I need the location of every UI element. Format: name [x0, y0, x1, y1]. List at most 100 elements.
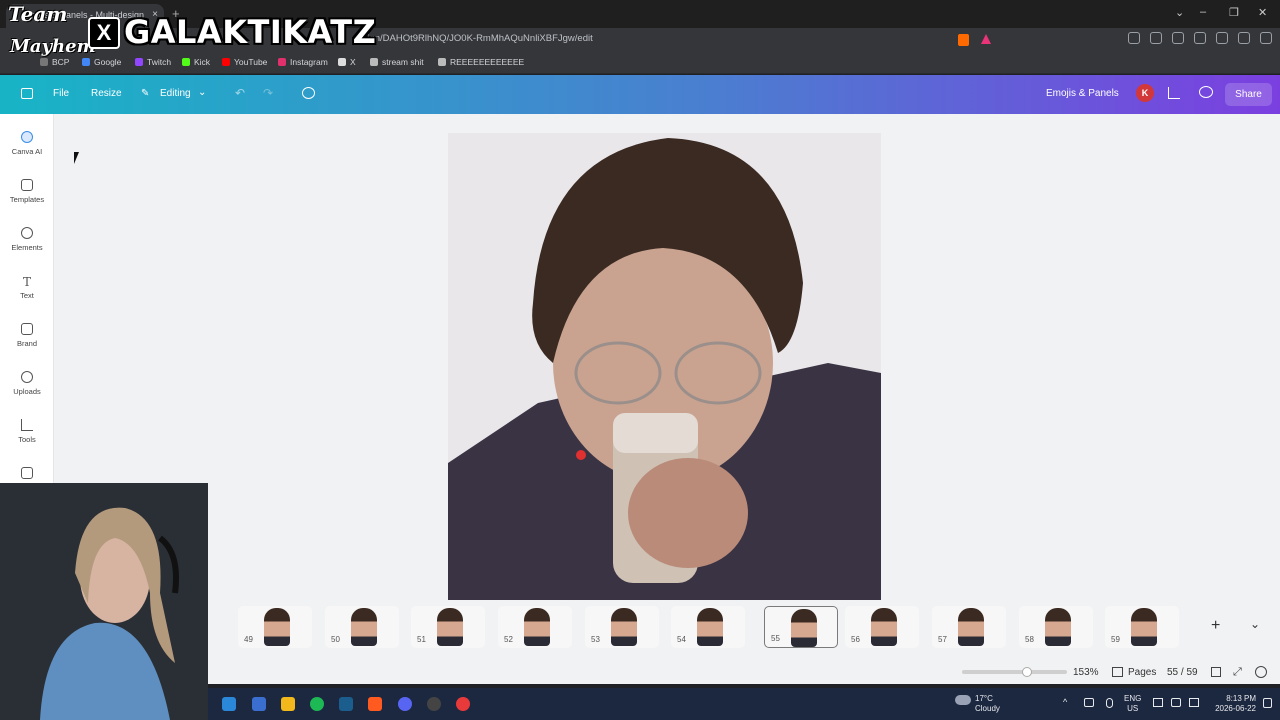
avatar[interactable]: K	[1136, 84, 1154, 102]
sidebar-item-templates[interactable]: Templates	[0, 179, 54, 204]
bookmark-bcp[interactable]: BCP	[40, 57, 69, 67]
discord-icon[interactable]	[398, 697, 412, 711]
templates-icon	[21, 179, 33, 191]
leo-icon[interactable]	[1238, 32, 1250, 44]
maximize-icon[interactable]: ❐	[1229, 6, 1239, 19]
emoji-photo	[448, 133, 881, 600]
sidebar-item-uploads[interactable]: Uploads	[0, 371, 54, 396]
cloud-saved-icon[interactable]	[302, 87, 315, 99]
notifications-icon[interactable]	[1263, 698, 1272, 708]
sidebar-icon[interactable]	[1172, 32, 1184, 44]
calculator-icon[interactable]	[252, 697, 266, 711]
close-window-icon[interactable]: ✕	[1258, 6, 1267, 19]
weather-cloud-icon	[955, 695, 971, 705]
vpn-icon[interactable]	[1216, 32, 1228, 44]
extension-icons	[1128, 32, 1272, 44]
bookmark-youtube[interactable]: YouTube	[222, 57, 267, 67]
menu-icon[interactable]	[1260, 32, 1272, 44]
thumbnail-image	[611, 608, 637, 646]
volume-icon[interactable]	[1171, 698, 1181, 707]
text-icon: T	[22, 275, 31, 289]
tray-app-icon[interactable]	[1084, 698, 1094, 707]
brave-icon[interactable]	[368, 697, 382, 711]
page-thumbnail[interactable]: 57	[932, 606, 1006, 648]
wallet-icon[interactable]	[1194, 32, 1206, 44]
comments-icon[interactable]	[1199, 86, 1213, 98]
battery-icon[interactable]	[1189, 698, 1199, 707]
spotify-icon[interactable]	[310, 697, 324, 711]
bookmark-x[interactable]: X	[338, 57, 356, 67]
opera-icon[interactable]	[456, 697, 470, 711]
fullscreen-icon[interactable]: ⤢	[1233, 666, 1242, 679]
pages-toggle-button[interactable]: Pages	[1128, 667, 1156, 678]
undo-icon[interactable]: ↶	[235, 86, 245, 100]
system-clock[interactable]: 8:13 PM 2026-06-22	[1208, 694, 1256, 714]
sidebar-item-brand[interactable]: Brand	[0, 323, 54, 348]
collapse-thumbnails-icon[interactable]: ⌄	[1250, 617, 1260, 631]
thumbnail-image	[791, 609, 817, 647]
page-thumbnail[interactable]: 53	[585, 606, 659, 648]
page-thumbnail[interactable]: 54	[671, 606, 745, 648]
resize-button[interactable]: Resize	[91, 88, 122, 99]
thumbnail-image	[1045, 608, 1071, 646]
file-menu-button[interactable]: File	[53, 88, 69, 99]
sidebar-item-elements[interactable]: Elements	[0, 227, 54, 252]
sidebar-item-canva-ai[interactable]: Canva AI	[0, 131, 54, 156]
sidebar-item-projects[interactable]	[0, 467, 54, 483]
editing-mode-button[interactable]: Editing	[160, 88, 191, 99]
x-logo-icon: X	[88, 17, 120, 49]
share-button[interactable]: Share	[1225, 83, 1272, 106]
page-thumbnail[interactable]: 58	[1019, 606, 1093, 648]
weather-widget[interactable]: 17°C Cloudy	[975, 694, 1000, 714]
tray-overflow-icon[interactable]: ^	[1063, 697, 1067, 707]
bookmark-twitch[interactable]: Twitch	[135, 57, 171, 67]
zoom-percent[interactable]: 153%	[1073, 667, 1099, 678]
extension-icon[interactable]	[1128, 32, 1140, 44]
bookmarks-bar: BCP Google Twitch Kick YouTube Instagram…	[0, 52, 1280, 74]
project-title[interactable]: Emojis & Panels	[1046, 88, 1119, 99]
bookmark-folder-stream-shit[interactable]: stream shit	[370, 57, 424, 67]
google-icon	[82, 58, 90, 66]
network-icon[interactable]	[1153, 698, 1163, 707]
minimize-icon[interactable]: –	[1200, 6, 1206, 18]
bookmark-instagram[interactable]: Instagram	[278, 57, 328, 67]
page-thumbnails-strip: 49 50 51 52 53 54 55 56 57 58 59	[208, 604, 1280, 652]
tab-search-icon[interactable]: ⌄	[1175, 6, 1184, 19]
puzzle-icon[interactable]	[1150, 32, 1162, 44]
add-page-button[interactable]: +	[1211, 617, 1220, 635]
url-field[interactable]: design/DAHOt9RlhNQ/JO0K-RmMhAQuNnliXBFJg…	[352, 33, 593, 44]
start-icon[interactable]	[222, 697, 236, 711]
brave-shield-icon[interactable]	[958, 34, 969, 46]
brave-rewards-icon[interactable]	[981, 34, 991, 44]
steam-icon[interactable]	[339, 697, 353, 711]
insights-chart-icon[interactable]	[1168, 87, 1180, 99]
help-icon[interactable]	[1255, 666, 1267, 678]
bookmark-kick[interactable]: Kick	[182, 57, 210, 67]
file-explorer-icon[interactable]	[281, 697, 295, 711]
bookmark-google[interactable]: Google	[82, 57, 121, 67]
page-thumbnail[interactable]: 52	[498, 606, 572, 648]
chevron-down-icon: ⌄	[198, 87, 207, 98]
page-thumbnail[interactable]: 51	[411, 606, 485, 648]
page-thumbnail[interactable]: 50	[325, 606, 399, 648]
page-thumbnail[interactable]: 59	[1105, 606, 1179, 648]
redo-icon[interactable]: ↷	[263, 86, 273, 100]
sidebar-item-tools[interactable]: Tools	[0, 419, 54, 444]
windows-taskbar	[208, 688, 1280, 720]
page-thumbnail[interactable]: 49	[238, 606, 312, 648]
elements-icon	[21, 227, 33, 239]
grid-view-icon[interactable]	[1211, 667, 1221, 677]
sidebar-item-text[interactable]: T Text	[0, 275, 54, 300]
page-thumbnail-selected[interactable]: 55	[764, 606, 838, 648]
pages-icon	[1112, 667, 1123, 677]
bookmark-folder-reee[interactable]: REEEEEEEEEEEE	[438, 57, 524, 67]
folder-icon	[370, 58, 378, 66]
zoom-slider[interactable]	[962, 670, 1067, 674]
obs-icon[interactable]	[427, 697, 441, 711]
home-icon[interactable]	[21, 88, 33, 99]
language-indicator[interactable]: ENG US	[1124, 694, 1141, 714]
page-thumbnail[interactable]: 56	[845, 606, 919, 648]
thumbnail-image	[351, 608, 377, 646]
design-page-artboard[interactable]	[448, 133, 881, 600]
microphone-icon[interactable]	[1106, 698, 1113, 708]
